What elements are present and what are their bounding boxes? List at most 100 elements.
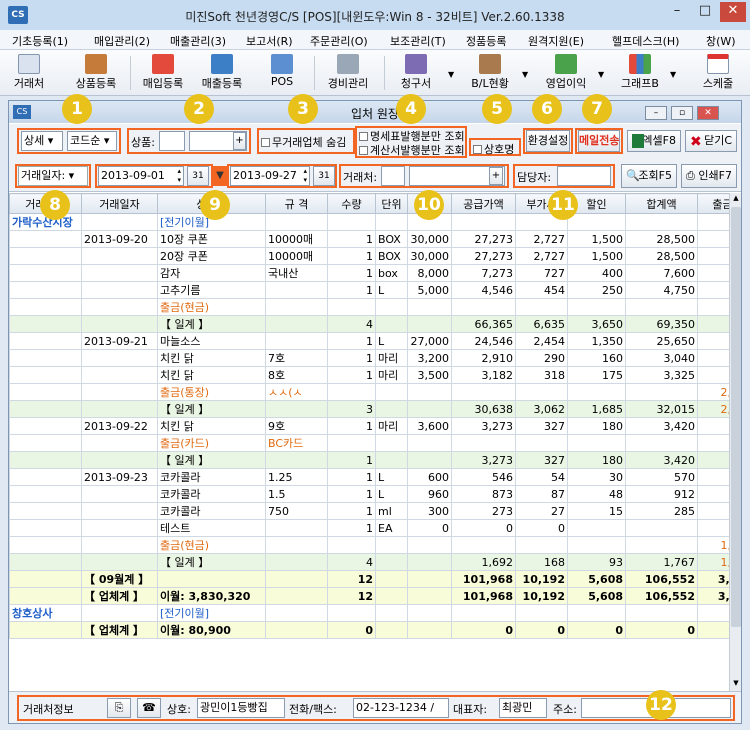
table-row[interactable]: 출금(현금) 40 bbox=[9, 298, 729, 316]
toolbar-profit-button[interactable]: 영업이익 bbox=[536, 52, 596, 94]
vertical-scrollbar[interactable]: ▲ ▼ bbox=[729, 193, 741, 691]
col-header[interactable]: 규 격 bbox=[265, 193, 328, 214]
customer-lookup-button[interactable]: + bbox=[489, 167, 503, 185]
search-button[interactable]: 🔍 조회F5 bbox=[621, 164, 677, 188]
scroll-up-icon[interactable]: ▲ bbox=[731, 194, 741, 204]
table-row[interactable]: 고추기름 1 L 5,000 4,546 454 250 4,750 bbox=[9, 281, 729, 299]
table-row[interactable]: 【 일계 】 3 30,6383,0621,68532,0152,00 bbox=[9, 400, 729, 418]
sort-mode-select[interactable]: 코드순 ▾ bbox=[67, 131, 117, 151]
scroll-thumb[interactable] bbox=[731, 207, 741, 627]
toolbar-schedule-button[interactable]: 스케줄 bbox=[690, 52, 746, 94]
menu-order[interactable]: 주문관리(O) bbox=[310, 33, 368, 49]
ledger-grid[interactable]: 거래처명 거래일자 상품명 규 격 수량 단위 단가 공급가액 부가세 할인 합… bbox=[9, 193, 729, 691]
menu-window[interactable]: 창(W) bbox=[706, 33, 736, 49]
cell-out bbox=[697, 366, 729, 384]
chevron-down-icon[interactable]: ▼ bbox=[670, 70, 676, 79]
child-close-icon[interactable]: ✕ bbox=[697, 106, 719, 120]
trade-name-checkbox[interactable]: 상호명 bbox=[473, 141, 514, 157]
menu-sales[interactable]: 매출관리(3) bbox=[170, 33, 226, 49]
product-lookup-button[interactable]: + bbox=[233, 132, 246, 150]
customer-code-input[interactable] bbox=[381, 166, 405, 186]
invoice-only-checkbox[interactable]: 계산서발행분만 조회 bbox=[359, 142, 465, 158]
table-row[interactable]: 2013-09-21 마늘소스 1 L 27,000 24,546 2,454 1,350 25… bbox=[9, 332, 729, 350]
toolbar-bl-button[interactable]: B/L현황 bbox=[460, 52, 520, 94]
cell-vat: 168 bbox=[515, 553, 568, 571]
table-row[interactable]: 2013-09-20 10장 쿠폰 10000매 1 BOX 30,000 27,273 2,… bbox=[9, 230, 729, 248]
col-header[interactable]: 단위 bbox=[375, 193, 408, 214]
chevron-down-icon[interactable]: ▼ bbox=[598, 70, 604, 79]
col-header[interactable]: 공급가액 bbox=[451, 193, 516, 214]
menu-basic[interactable]: 기초등록(1) bbox=[12, 33, 68, 49]
excel-button[interactable]: 엑셀F8 bbox=[627, 130, 681, 152]
date-from-calendar-icon[interactable]: 31 bbox=[187, 166, 209, 186]
close-button[interactable]: ✖ 닫기C bbox=[685, 130, 737, 152]
col-header[interactable]: 거래일자 bbox=[81, 193, 158, 214]
table-row[interactable]: 【 일계 】 1 3,2733271803,42050 bbox=[9, 451, 729, 469]
table-row[interactable]: 감자 국내산 1 box 8,000 7,273 727 400 7,600 bbox=[9, 264, 729, 282]
phone-icon[interactable]: ☎ bbox=[137, 698, 161, 718]
settings-button[interactable]: 환경설정 bbox=[526, 130, 570, 152]
toolbar-purchase-button[interactable]: 매입등록 bbox=[134, 52, 192, 94]
date-from-input[interactable]: 2013-09-01 ▴ ▾ bbox=[98, 166, 184, 186]
toolbar-invoice-button[interactable]: 청구서 bbox=[388, 52, 444, 94]
table-row[interactable]: 2013-09-23 코카콜라 1.25 1 L 600 546 54 30 570 bbox=[9, 468, 729, 486]
child-restore-icon[interactable]: ▫ bbox=[671, 106, 693, 120]
table-row[interactable]: 창호상사 [전기이월] bbox=[9, 604, 729, 622]
table-row[interactable]: 치킨 닭 7호 1 마리 3,200 2,910 290 160 3,040 bbox=[9, 349, 729, 367]
col-header[interactable]: 합계액 bbox=[625, 193, 698, 214]
menu-purchase[interactable]: 매입관리(2) bbox=[94, 33, 150, 49]
table-row[interactable]: 출금(통장)ㅅㅅ(ㅅ 2,00 bbox=[9, 383, 729, 401]
toolbar-product-button[interactable]: 상품등록 bbox=[64, 52, 128, 94]
menu-remote[interactable]: 원격지원(E) bbox=[528, 33, 584, 49]
scroll-down-icon[interactable]: ▼ bbox=[731, 679, 741, 689]
table-row[interactable]: 출금(현금) 1,03 bbox=[9, 536, 729, 554]
toolbar-sales-button[interactable]: 매출등록 bbox=[192, 52, 252, 94]
table-row[interactable]: 2013-09-22 치킨 닭 9호 1 마리 3,600 3,273 327 180 3,420 bbox=[9, 417, 729, 435]
date-range-dropdown-icon[interactable]: ▼ bbox=[213, 166, 227, 186]
cell-disc bbox=[567, 536, 626, 554]
chevron-down-icon[interactable]: ▼ bbox=[522, 70, 528, 79]
hide-no-transaction-checkbox[interactable]: 무거래업체 숨김 bbox=[261, 134, 346, 150]
table-row[interactable]: 테스트 1 EA 0 0 0 bbox=[9, 519, 729, 537]
cell-disc: 180 bbox=[567, 451, 626, 469]
menu-license[interactable]: 정품등록 bbox=[466, 33, 506, 49]
customer-detail-icon[interactable]: ⎘ bbox=[107, 698, 131, 718]
menu-helpdesk[interactable]: 헬프데스크(H) bbox=[612, 33, 679, 49]
table-row[interactable]: 【 09월계 】 12 101,96810,1925,608106,5523,93 bbox=[9, 570, 729, 588]
minimize-icon[interactable]: – bbox=[664, 2, 690, 22]
table-row[interactable]: 출금(카드)BC카드 50 bbox=[9, 434, 729, 452]
print-button[interactable]: ⎙ 인쇄F7 bbox=[681, 164, 737, 188]
table-row[interactable]: 20장 쿠폰 10000매 1 BOX 30,000 27,273 2,727 1,500 28… bbox=[9, 247, 729, 265]
table-row[interactable]: 가락수산시장 [전기이월] bbox=[9, 213, 729, 231]
callout-badge: 3 bbox=[288, 94, 318, 124]
table-row[interactable]: 【 업체계 】 이월: 3,830,320 12 101,968 10,192 5,608… bbox=[9, 587, 729, 605]
table-row[interactable]: 【 일계 】 4 66,3656,6353,65069,35040 bbox=[9, 315, 729, 333]
toolbar-pos-button[interactable]: POS bbox=[262, 52, 302, 94]
child-minimize-icon[interactable]: – bbox=[645, 106, 667, 120]
product-code-input[interactable] bbox=[159, 131, 185, 151]
cell-name: 출금(카드) bbox=[157, 434, 266, 452]
toolbar-graph-button[interactable]: 그래프B bbox=[612, 52, 668, 94]
manager-input[interactable] bbox=[557, 166, 611, 186]
table-row[interactable]: 코카콜라 750 1 ml 300 273 27 15 285 bbox=[9, 502, 729, 520]
col-header[interactable]: 출금 bbox=[697, 193, 729, 214]
table-row[interactable]: 치킨 닭 8호 1 마리 3,500 3,182 318 175 3,325 bbox=[9, 366, 729, 384]
email-send-button[interactable]: 메일전송 bbox=[578, 130, 620, 152]
date-to-input[interactable]: 2013-09-27 ▴ ▾ bbox=[230, 166, 310, 186]
table-row[interactable]: 【 일계 】 4 1,692168931,7671,03 bbox=[9, 553, 729, 571]
menu-aux[interactable]: 보조관리(T) bbox=[390, 33, 446, 49]
maximize-icon[interactable]: □ bbox=[692, 2, 718, 22]
menu-report[interactable]: 보고서(R) bbox=[246, 33, 293, 49]
table-row[interactable]: 【 업체계 】 이월: 80,900 0 0 0 0 0 bbox=[9, 621, 729, 639]
chevron-down-icon[interactable]: ▼ bbox=[448, 70, 454, 79]
toolbar-customer-button[interactable]: 거래처 bbox=[4, 52, 54, 94]
view-mode-select[interactable]: 상세 ▾ bbox=[21, 131, 63, 151]
toolbar-expense-button[interactable]: 경비관리 bbox=[318, 52, 378, 94]
col-header[interactable]: 수량 bbox=[327, 193, 376, 214]
date-to-calendar-icon[interactable]: 31 bbox=[313, 166, 335, 186]
cell-spec: 7호 bbox=[265, 349, 328, 367]
close-icon[interactable]: ✕ bbox=[720, 2, 746, 22]
date-type-select[interactable]: 거래일자: ▾ bbox=[18, 166, 88, 186]
table-row[interactable]: 코카콜라 1.5 1 L 960 873 87 48 912 bbox=[9, 485, 729, 503]
cell-supply: 4,546 bbox=[451, 281, 516, 299]
